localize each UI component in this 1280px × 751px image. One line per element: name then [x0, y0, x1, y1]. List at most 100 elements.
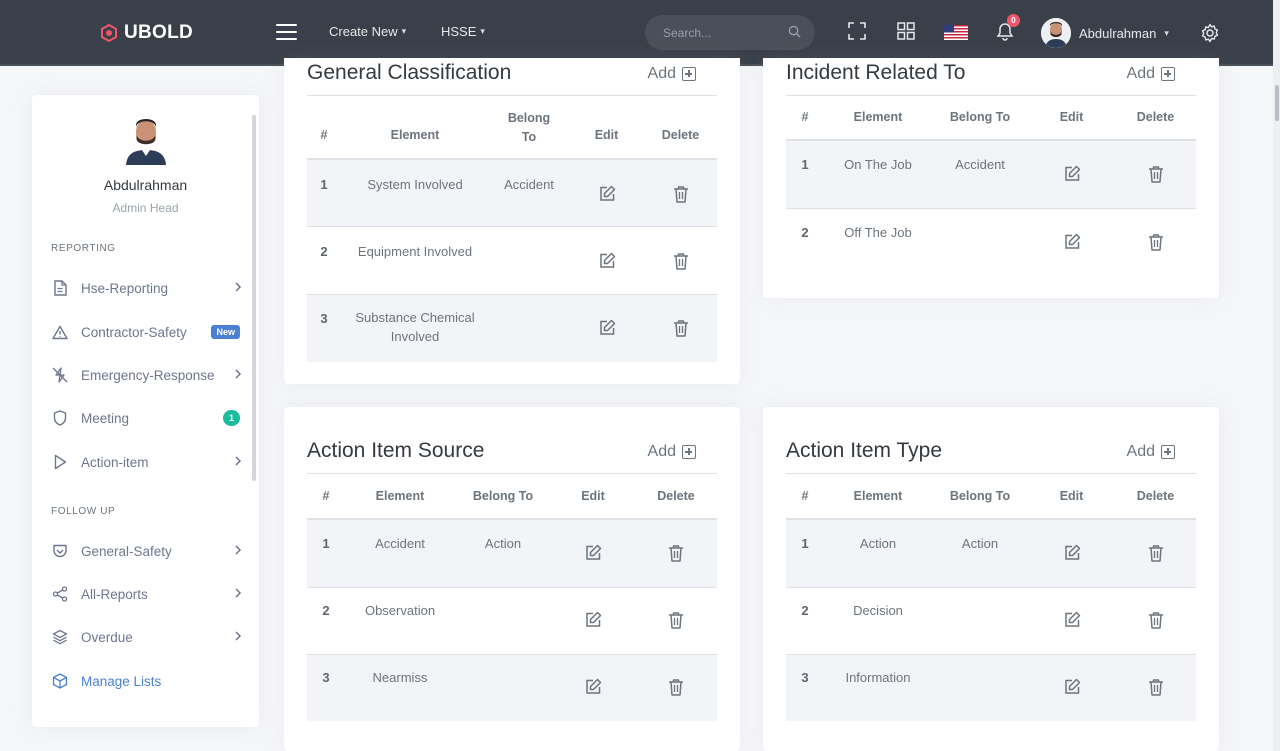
gear-icon[interactable] [1200, 23, 1220, 43]
sidebar-item-all-reports[interactable]: All-Reports [52, 583, 242, 605]
table-row: 2 Decision [786, 588, 1196, 655]
menu-toggle-button[interactable] [276, 24, 297, 40]
sidebar-item-contractor-safety[interactable]: Contractor-Safety New [52, 321, 242, 343]
sidebar-item-meeting[interactable]: Meeting 1 [52, 407, 242, 429]
logo[interactable]: UBOLD [100, 22, 193, 44]
row-element: Nearmiss [372, 670, 428, 685]
fullscreen-icon[interactable] [848, 22, 866, 40]
hsse-dropdown[interactable]: HSSE ▾ [441, 24, 485, 39]
edit-icon[interactable] [583, 543, 603, 563]
trash-icon[interactable] [1146, 543, 1166, 563]
user-menu[interactable]: Abdulrahman ▾ [1041, 18, 1169, 48]
trash-icon[interactable] [671, 184, 691, 204]
plus-square-icon [1161, 445, 1175, 459]
play-icon [52, 454, 68, 470]
edit-icon[interactable] [583, 610, 603, 630]
sidebar-scrollbar[interactable] [252, 115, 256, 481]
row-num: 3 [801, 670, 809, 685]
table-row: 1 System Involved Accident [307, 160, 717, 227]
apps-grid-icon[interactable] [897, 22, 915, 40]
card-action-item-type: Action Item Type Add # Element Belong To… [763, 407, 1219, 751]
col-edit: Edit [594, 128, 619, 142]
row-belong-to: Accident [955, 157, 1005, 172]
col-element: Element [853, 110, 903, 124]
col-edit: Edit [1059, 110, 1084, 124]
edit-icon[interactable] [1062, 677, 1082, 697]
row-num: 1 [801, 157, 809, 172]
sidebar-item-general-safety[interactable]: General-Safety [52, 540, 242, 562]
profile-name: Abdulrahman [103, 177, 188, 193]
col-belong-to: Belong To [949, 489, 1011, 503]
row-element: Decision [853, 603, 903, 618]
row-element-line2: Involved [390, 329, 440, 344]
add-source-button[interactable]: Add [648, 443, 696, 461]
pocket-icon [52, 543, 68, 559]
trash-icon[interactable] [1146, 164, 1166, 184]
edit-icon[interactable] [1062, 232, 1082, 252]
sidebar-item-hse-reporting[interactable]: Hse-Reporting [52, 277, 242, 299]
table-row: 3 Substance Chemical Involved [307, 295, 717, 362]
trash-icon[interactable] [671, 318, 691, 338]
meeting-count-badge: 1 [223, 410, 240, 426]
table-row: 1 Accident Action [307, 520, 717, 588]
col-num: # [320, 128, 328, 142]
sidebar-item-label: Meeting [81, 410, 130, 426]
search-icon[interactable] [788, 25, 801, 38]
trash-icon[interactable] [1146, 677, 1166, 697]
user-name: Abdulrahman [1079, 25, 1157, 41]
col-delete: Delete [661, 128, 700, 142]
us-flag-icon[interactable] [944, 25, 968, 40]
add-incident-button[interactable]: Add [1127, 65, 1175, 83]
edit-icon[interactable] [1062, 610, 1082, 630]
table-row: 2 Off The Job [786, 209, 1196, 276]
box-icon [52, 673, 68, 689]
sidebar-item-overdue[interactable]: Overdue [52, 626, 242, 648]
sidebar-item-manage-lists[interactable]: Manage Lists [52, 670, 242, 692]
row-element: Off The Job [844, 225, 912, 240]
add-general-button[interactable]: Add [648, 65, 696, 83]
add-label: Add [647, 65, 676, 82]
add-type-button[interactable]: Add [1127, 443, 1175, 461]
table-row: 3 Nearmiss [307, 655, 717, 721]
row-belong-to: Action [484, 536, 522, 551]
sidebar-item-action-item[interactable]: Action-item [52, 451, 242, 473]
chevron-down-icon: ▾ [401, 26, 407, 36]
col-num: # [801, 489, 809, 503]
sidebar-item-label: Hse-Reporting [81, 280, 169, 296]
trash-icon[interactable] [1146, 610, 1166, 630]
avatar [1041, 18, 1071, 48]
notification-badge: 0 [1007, 14, 1020, 27]
share-icon [52, 586, 68, 602]
chevron-right-icon [235, 631, 242, 641]
row-num: 3 [320, 311, 328, 326]
row-element: Observation [364, 603, 436, 618]
sidebar-item-emergency-response[interactable]: Emergency-Response [52, 364, 242, 386]
row-belong-to: Accident [504, 177, 554, 192]
row-element: Action [859, 536, 897, 551]
trash-icon[interactable] [1146, 232, 1166, 252]
edit-icon[interactable] [597, 251, 617, 271]
page-scrollbar-thumb[interactable] [1275, 85, 1279, 121]
create-new-label: Create New [329, 24, 398, 39]
trash-icon[interactable] [671, 251, 691, 271]
edit-icon[interactable] [583, 677, 603, 697]
trash-icon[interactable] [666, 543, 686, 563]
add-label: Add [1126, 65, 1155, 82]
search-input[interactable] [663, 25, 783, 40]
row-element: Substance Chemical Involved [341, 308, 489, 346]
edit-icon[interactable] [597, 318, 617, 338]
sidebar-item-label: All-Reports [81, 586, 148, 602]
row-num: 2 [322, 603, 330, 618]
card-general-classification: General Classification Add # Element Bel… [284, 58, 740, 384]
trash-icon[interactable] [666, 677, 686, 697]
card-title: General Classification [307, 61, 512, 84]
sidebar-item-label: Contractor-Safety [81, 324, 187, 340]
row-num: 1 [801, 536, 809, 551]
row-element: Information [845, 670, 911, 685]
create-new-dropdown[interactable]: Create New ▾ [329, 24, 406, 39]
edit-icon[interactable] [597, 184, 617, 204]
logo-text: UBOLD [124, 22, 194, 43]
edit-icon[interactable] [1062, 164, 1082, 184]
trash-icon[interactable] [666, 610, 686, 630]
edit-icon[interactable] [1062, 543, 1082, 563]
